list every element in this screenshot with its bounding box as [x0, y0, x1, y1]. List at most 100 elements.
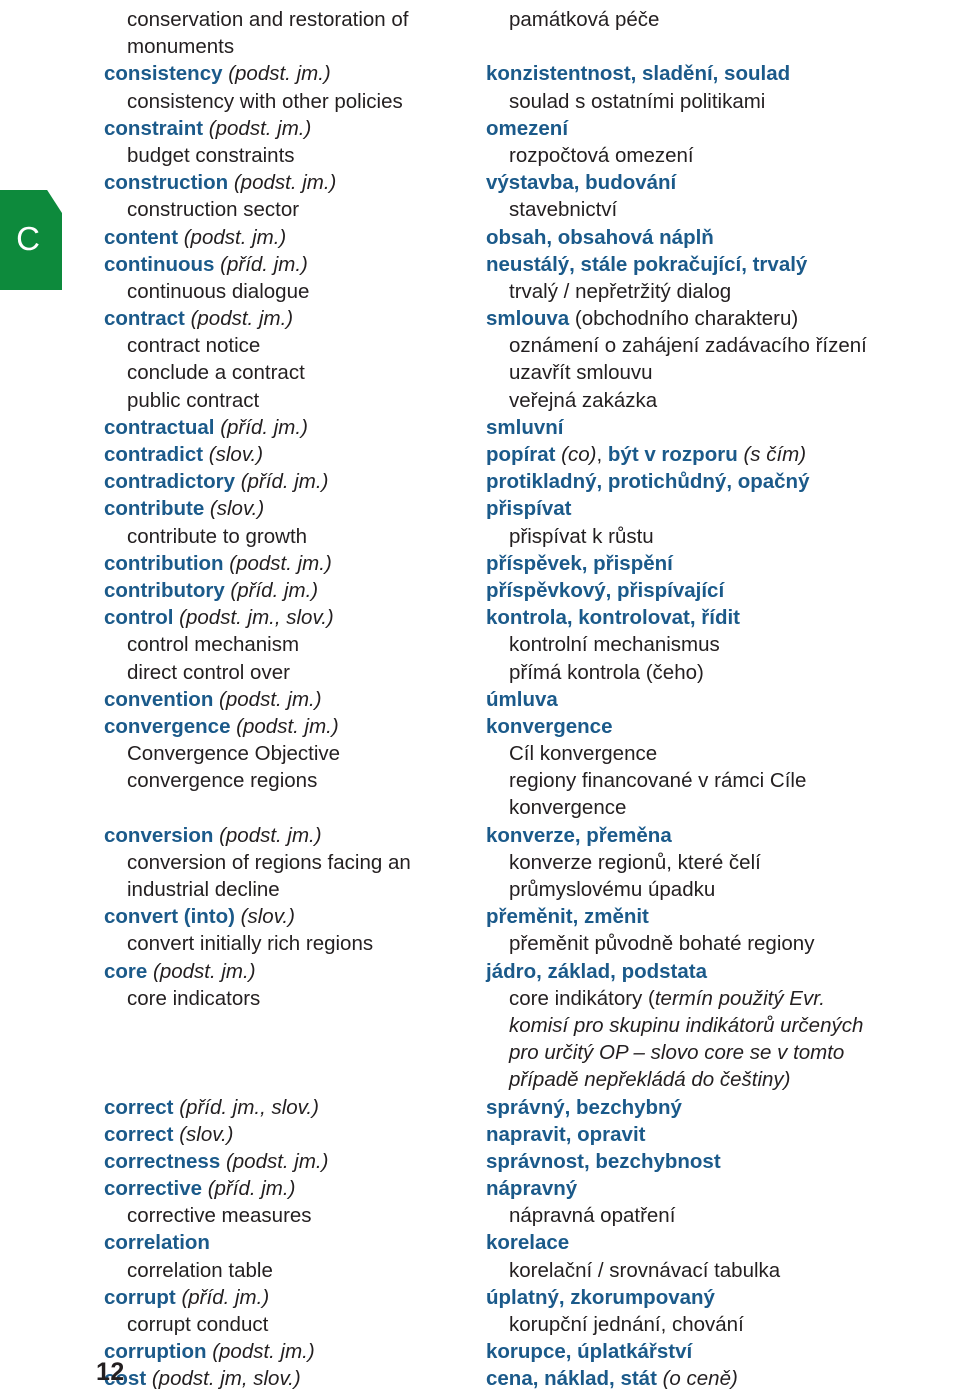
czech-column-cell: Cíl konvergence: [460, 740, 960, 767]
english-column-cell: convention (podst. jm.): [0, 686, 460, 713]
entry-text: conservation and restoration of: [127, 8, 409, 31]
entry-headword-line: korupce, úplatkářství: [486, 1340, 692, 1363]
headword: correlation: [104, 1231, 210, 1255]
dictionary-row: případě nepřekládá do češtiny): [0, 1066, 960, 1093]
dictionary-row: contract notice oznámení o zahájení zadáv…: [0, 332, 960, 359]
czech-column-cell: rozpočtová omezení: [460, 142, 960, 169]
usage-note: (o ceně): [662, 1367, 738, 1391]
entry-text: Cíl konvergence: [509, 742, 658, 766]
entry-example-line: conservation and restoration of: [104, 8, 408, 31]
entry-example-line: Convergence Objective: [104, 742, 340, 765]
english-column-cell: cost (podst. jm, slov.): [0, 1365, 460, 1392]
czech-column-cell: trvalý / nepřetržitý dialog: [460, 278, 960, 305]
dictionary-row: corrective measures nápravná opatření: [0, 1202, 960, 1229]
dictionary-row: conservation and restoration of památková…: [0, 6, 960, 33]
dictionary-row: convergence regions regiony financované v…: [0, 767, 960, 794]
entry-headword-line: popírat (co), být v rozporu (s čím): [486, 443, 806, 466]
english-column-cell: industrial decline: [0, 876, 460, 903]
entry-text: core indicators: [127, 986, 261, 1010]
english-column-cell: corrupt conduct: [0, 1311, 460, 1338]
dictionary-row: corrupt conduct korupční jednání, chování: [0, 1311, 960, 1338]
english-column-cell: contract (podst. jm.): [0, 305, 460, 332]
dictionary-row: content (podst. jm.) obsah, obsahová nápl…: [0, 224, 960, 251]
part-of-speech: (podst. jm.): [219, 823, 322, 847]
part-of-speech: (příd. jm.): [230, 578, 319, 602]
headword: nápravný: [486, 1177, 578, 1201]
entry-headword-line: smluvní: [486, 416, 563, 439]
entry-example-line: regiony financované v rámci Cíle: [486, 769, 806, 792]
dictionary-row: conclude a contract uzavřít smlouvu: [0, 359, 960, 386]
english-column-cell: contribute (slov.): [0, 495, 460, 522]
headword: correct: [104, 1095, 180, 1119]
english-column-cell: conclude a contract: [0, 359, 460, 386]
entry-example-line: conclude a contract: [104, 361, 305, 384]
czech-column-cell: obsah, obsahová náplň: [460, 224, 960, 251]
entry-example-line: přímá kontrola (čeho): [486, 661, 704, 684]
dictionary-row: correct (příd. jm., slov.) správný, bezch…: [0, 1094, 960, 1121]
dictionary-row: correlation table korelační / srovnávací …: [0, 1257, 960, 1284]
headword: konvergence: [486, 714, 613, 738]
entry-text: trvalý / nepřetržitý dialog: [509, 279, 732, 303]
entry-example-line: případě nepřekládá do češtiny): [486, 1068, 791, 1091]
english-column-cell: convert initially rich regions: [0, 930, 460, 957]
dictionary-row: correct (slov.) napravit, opravit: [0, 1121, 960, 1148]
entry-headword-line: jádro, základ, podstata: [486, 960, 707, 983]
entry-headword-line: contractual (příd. jm.): [104, 416, 308, 439]
headword: convergence: [104, 714, 237, 738]
entry-example-line: convert initially rich regions: [104, 932, 373, 955]
headword: convention: [104, 687, 220, 711]
czech-column-cell: neustálý, stále pokračující, trvalý: [460, 251, 960, 278]
english-column-cell: contractual (příd. jm.): [0, 414, 460, 441]
czech-column-cell: průmyslovému úpadku: [460, 876, 960, 903]
headword: korelace: [486, 1231, 570, 1255]
part-of-speech: (příd. jm.): [207, 1177, 296, 1201]
part-of-speech: (příd. jm.): [220, 252, 308, 276]
entry-example-line: correlation table: [104, 1259, 273, 1282]
entry-example-line: convergence regions: [104, 769, 317, 792]
english-column-cell: convergence regions: [0, 767, 460, 794]
entry-text: rozpočtová omezení: [509, 143, 694, 167]
entry-text: control mechanism: [127, 633, 300, 657]
entry-text: oznámení o zahájení zadávacího řízení: [509, 334, 867, 358]
entry-headword-line: kontrola, kontrolovat, řídit: [486, 606, 740, 629]
entry-text: korelační / srovnávací tabulka: [509, 1258, 781, 1282]
headword: neustálý, stále pokračující, trvalý: [486, 252, 808, 276]
headword: smluvní: [486, 415, 564, 439]
dictionary-row: core (podst. jm.) jádro, základ, podstata: [0, 958, 960, 985]
dictionary-row: consistency (podst. jm.) konzistentnost, …: [0, 60, 960, 87]
dictionary-row: control (podst. jm., slov.) kontrola, kon…: [0, 604, 960, 631]
czech-column-cell: přeměnit, změnit: [460, 903, 960, 930]
entry-text: corrective measures: [127, 1204, 312, 1228]
headword: smlouva: [486, 307, 575, 331]
czech-column-cell: napravit, opravit: [460, 1121, 960, 1148]
part-of-speech: (slov.): [240, 905, 295, 929]
english-column-cell: convert (into) (slov.): [0, 903, 460, 930]
entry-headword-line: contributory (příd. jm.): [104, 579, 318, 602]
entry-text: konverze regionů, které čelí: [509, 850, 761, 874]
entry-text: přeměnit původně bohaté regiony: [509, 932, 815, 956]
entry-text: convergence regions: [127, 769, 318, 793]
dictionary-row: continuous (příd. jm.) neustálý, stále po…: [0, 251, 960, 278]
english-column-cell: [0, 1066, 460, 1093]
english-column-cell: contradictory (příd. jm.): [0, 468, 460, 495]
dictionary-row: contradictory (příd. jm.) protikladný, pr…: [0, 468, 960, 495]
entry-text: stavebnictví: [509, 198, 618, 222]
entry-headword-line: contract (podst. jm.): [104, 307, 293, 330]
headword: úplatný, zkorumpovaný: [486, 1285, 715, 1309]
part-of-speech: (podst. jm.): [229, 551, 332, 575]
part-of-speech: (příd. jm.): [240, 470, 329, 494]
czech-column-cell: komisí pro skupinu indikátorů určených: [460, 1012, 960, 1039]
english-column-cell: control mechanism: [0, 631, 460, 658]
usage-note: případě nepřekládá do češtiny): [509, 1068, 791, 1092]
dictionary-row: constraint (podst. jm.) omezení: [0, 115, 960, 142]
entry-example-line: continuous dialogue: [104, 280, 309, 303]
headword: core: [104, 959, 153, 983]
english-column-cell: consistency with other policies: [0, 88, 460, 115]
entry-example-line: průmyslovému úpadku: [486, 878, 715, 901]
entry-example-line: oznámení o zahájení zadávacího řízení: [486, 334, 867, 357]
english-column-cell: constraint (podst. jm.): [0, 115, 460, 142]
entry-text: contract notice: [127, 334, 261, 358]
czech-column-cell: konverze regionů, které čelí: [460, 849, 960, 876]
part-of-speech: (podst. jm.): [219, 687, 322, 711]
entry-headword-line: nápravný: [486, 1177, 577, 1200]
